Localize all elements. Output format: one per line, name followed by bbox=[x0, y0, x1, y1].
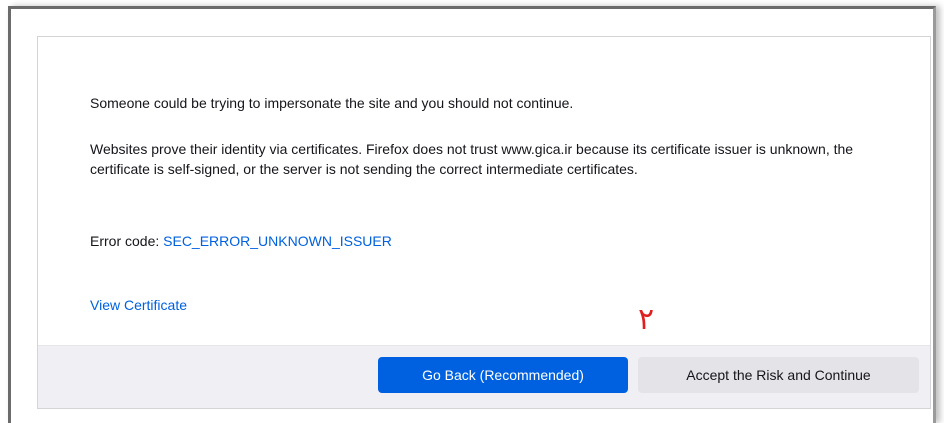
certificate-error-panel: Someone could be trying to impersonate t… bbox=[37, 36, 931, 409]
certificate-explanation: Websites prove their identity via certif… bbox=[90, 141, 854, 177]
accept-risk-button[interactable]: Accept the Risk and Continue bbox=[638, 357, 919, 393]
impersonation-warning: Someone could be trying to impersonate t… bbox=[90, 95, 574, 111]
error-code-label: Error code: bbox=[90, 233, 164, 249]
button-bar: Go Back (Recommended) Accept the Risk an… bbox=[38, 345, 930, 408]
go-back-button[interactable]: Go Back (Recommended) bbox=[378, 357, 628, 393]
error-code-link[interactable]: SEC_ERROR_UNKNOWN_ISSUER bbox=[163, 233, 392, 249]
error-code-line: Error code: SEC_ERROR_UNKNOWN_ISSUER bbox=[90, 231, 392, 251]
view-certificate-link[interactable]: View Certificate bbox=[90, 295, 187, 315]
annotation-marker: ٢ bbox=[638, 302, 655, 337]
